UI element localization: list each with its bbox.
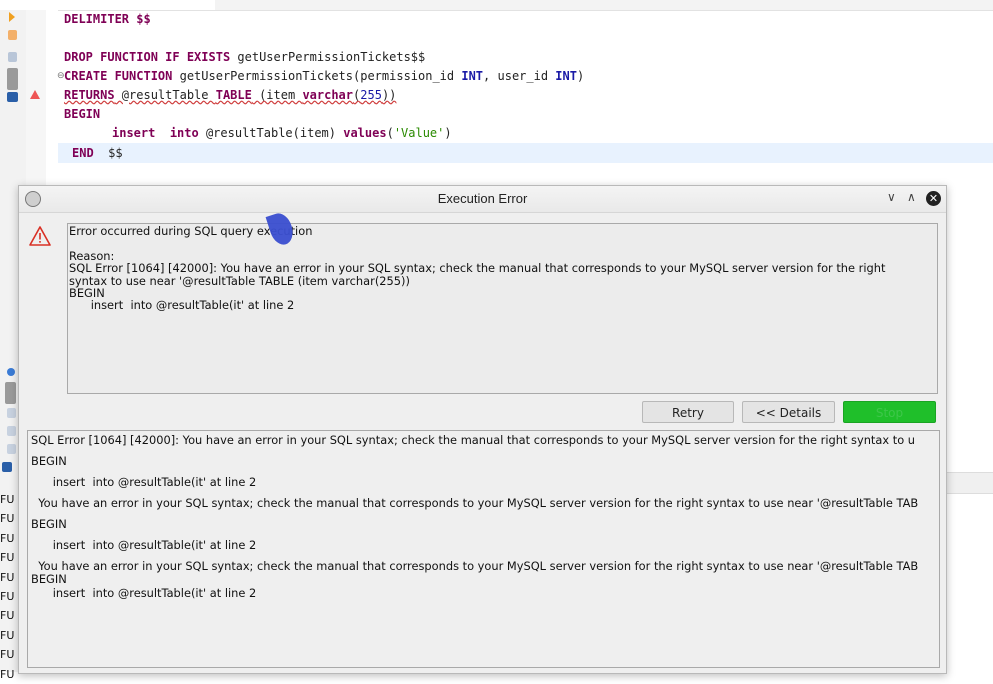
close-button[interactable]: ✕ bbox=[926, 191, 941, 206]
details-line: SQL Error [1064] [42000]: You have an er… bbox=[31, 433, 916, 447]
script-icon[interactable] bbox=[8, 30, 17, 40]
editor-gutter bbox=[26, 10, 46, 190]
details-line: insert into @resultTable(it' at line 2 bbox=[31, 475, 257, 489]
dialog-title: Execution Error bbox=[437, 191, 528, 206]
file-icon-2[interactable] bbox=[7, 426, 16, 436]
sql-editor[interactable]: DELIMITER $$ DROP FUNCTION IF EXISTS get… bbox=[58, 10, 993, 190]
code-line-5: RETURNS @resultTable TABLE (item varchar… bbox=[64, 88, 397, 102]
panel-icon-2[interactable] bbox=[5, 382, 16, 404]
dialog-titlebar[interactable]: Execution Error ∨ ∧ ✕ bbox=[19, 186, 946, 213]
code-line-4: CREATE FUNCTION getUserPermissionTickets… bbox=[64, 69, 585, 83]
code-line-7: insert into @resultTable(item) values('V… bbox=[112, 126, 452, 140]
error-message-box[interactable]: Error occurred during SQL query executio… bbox=[67, 223, 938, 394]
syntax-warning-icon bbox=[30, 90, 40, 99]
details-line: BEGIN bbox=[31, 454, 67, 468]
code-line-8: END $$ bbox=[72, 146, 123, 160]
run-arrow-icon[interactable] bbox=[9, 12, 15, 22]
execution-error-dialog: Execution Error ∨ ∧ ✕ Error occurred dur… bbox=[18, 185, 947, 674]
warning-icon bbox=[29, 226, 51, 246]
settings-icon[interactable] bbox=[7, 368, 15, 376]
terminal-icon[interactable] bbox=[7, 92, 18, 102]
code-line-6: BEGIN bbox=[64, 107, 101, 121]
current-line-highlight bbox=[58, 143, 993, 163]
details-line: insert into @resultTable(it' at line 2 bbox=[31, 586, 257, 600]
error-message-text: Error occurred during SQL query executio… bbox=[69, 224, 886, 313]
document-icon[interactable] bbox=[8, 52, 17, 62]
panel-icon[interactable] bbox=[7, 68, 18, 90]
maximize-button[interactable]: ∧ bbox=[907, 190, 916, 204]
details-line: You have an error in your SQL syntax; ch… bbox=[31, 496, 919, 510]
details-line: You have an error in your SQL syntax; ch… bbox=[31, 559, 919, 573]
stop-button[interactable]: Stop bbox=[843, 401, 936, 423]
error-details-panel[interactable]: SQL Error [1064] [42000]: You have an er… bbox=[27, 430, 940, 668]
details-line: insert into @resultTable(it' at line 2 bbox=[31, 538, 257, 552]
active-editor-tab[interactable] bbox=[0, 0, 215, 10]
retry-button[interactable]: Retry bbox=[642, 401, 734, 423]
code-line-3: DROP FUNCTION IF EXISTS getUserPermissio… bbox=[64, 50, 426, 64]
code-line-1: DELIMITER $$ bbox=[64, 12, 151, 26]
grid-icon[interactable] bbox=[2, 462, 12, 472]
details-line: BEGIN bbox=[31, 572, 67, 586]
file-icon[interactable] bbox=[7, 408, 16, 418]
minimize-button[interactable]: ∨ bbox=[887, 190, 896, 204]
details-button[interactable]: << Details bbox=[742, 401, 835, 423]
file-icon-3[interactable] bbox=[7, 444, 16, 454]
fold-column bbox=[46, 10, 58, 190]
details-line: BEGIN bbox=[31, 517, 67, 531]
